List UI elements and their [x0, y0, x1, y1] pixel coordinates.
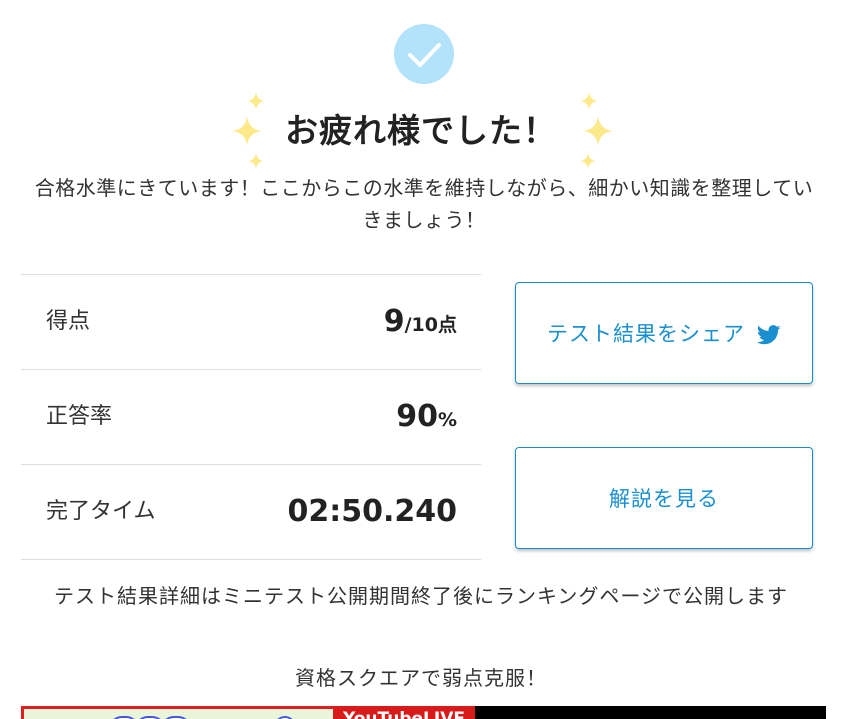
explain-button-label: 解説を見る: [609, 487, 719, 511]
share-button-label: テスト結果をシェア: [547, 322, 745, 346]
banner-illustration: [21, 706, 333, 719]
time-label: 完了タイム: [46, 499, 156, 524]
share-result-button[interactable]: テスト結果をシェア: [515, 282, 813, 384]
twitter-icon: [757, 325, 781, 345]
accuracy-label: 正答率: [46, 404, 113, 429]
score-row: 得点 9/10点: [21, 274, 481, 369]
score-number: 9: [383, 304, 405, 339]
check-icon: [394, 24, 454, 84]
score-table: 得点 9/10点 正答率 90% 完了タイム 02:50.240: [21, 274, 481, 560]
promo-banner[interactable]: YouTubeLIVE: [21, 706, 826, 719]
accuracy-number: 90: [396, 399, 438, 434]
score-unit: /10点: [404, 314, 457, 336]
accuracy-row: 正答率 90%: [21, 369, 481, 464]
time-value: 02:50.240: [287, 465, 457, 562]
score-label: 得点: [46, 309, 91, 334]
score-value: 9/10点: [384, 275, 457, 372]
promo-heading: 資格スクエアで弱点克服！: [295, 666, 547, 690]
accuracy-unit: %: [437, 409, 457, 431]
youtube-live-badge: YouTubeLIVE: [333, 706, 475, 719]
time-row: 完了タイム 02:50.240: [21, 464, 481, 560]
result-notice: テスト結果詳細はミニテスト公開期間終了後にランキングページで公開します: [54, 584, 788, 608]
result-message: 合格水準にきています！ここからこの水準を維持しながら、細かい知識を整理していきま…: [34, 176, 814, 232]
page-title: お疲れ様でした！: [285, 111, 557, 150]
view-explanation-button[interactable]: 解説を見る: [515, 447, 813, 549]
sparkle-icon: [580, 153, 596, 169]
accuracy-value: 90%: [396, 370, 457, 467]
time-number: 02:50.240: [287, 494, 457, 529]
sparkle-icon: [248, 153, 264, 169]
